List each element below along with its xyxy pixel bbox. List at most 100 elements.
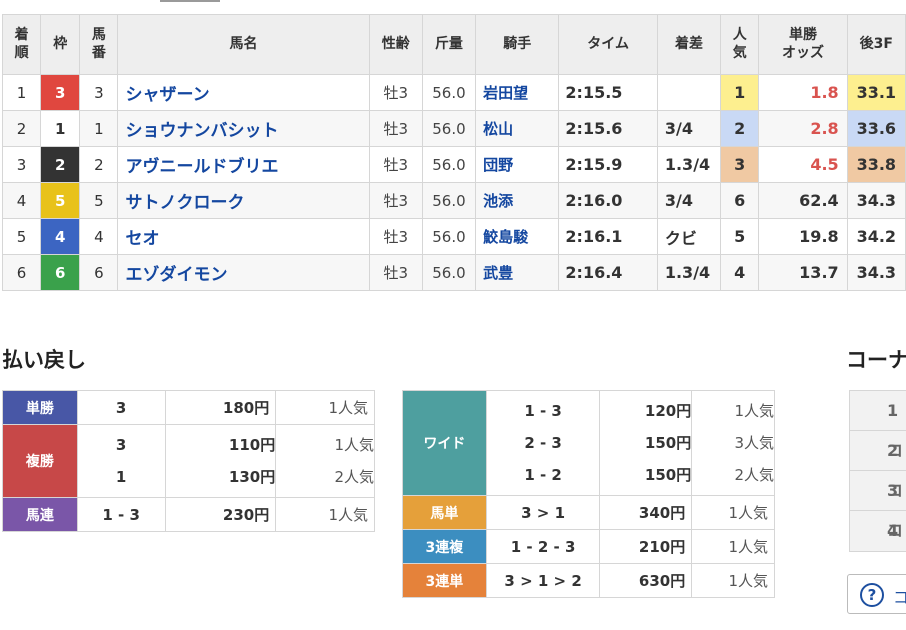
cell-umaban: 3 bbox=[79, 74, 119, 111]
cell-jockey[interactable]: 団野 bbox=[475, 146, 560, 183]
cell-horse[interactable]: アヴニールドブリエ bbox=[117, 146, 370, 183]
payout-type-label: ワイド bbox=[402, 390, 487, 496]
result-row: 4 5 5 サトノクローク 牡3 56.0 池添 2:16.0 3/4 6 62.4 34.3 bbox=[1, 182, 906, 219]
cell-jockey[interactable]: 鮫島駿 bbox=[475, 218, 560, 255]
payout-amount-cell: 210円 bbox=[599, 529, 693, 564]
payout-type-label: 馬連 bbox=[2, 497, 78, 532]
cell-horse[interactable]: セオ bbox=[117, 218, 370, 255]
payout-type-label: 3連単 bbox=[402, 563, 487, 598]
corner-row-2: 2コ bbox=[850, 431, 906, 500]
payout-row: 3連複 1 - 2 - 3 210円 1人気 bbox=[402, 529, 775, 564]
cell-waku: 2 bbox=[40, 146, 81, 183]
cell-umaban: 4 bbox=[79, 218, 119, 255]
payout-amount-cell: 180円 bbox=[164, 390, 277, 425]
payout-pop: 1人気 bbox=[328, 506, 368, 524]
cell-margin: 3/4 bbox=[656, 110, 722, 147]
cell-umaban: 5 bbox=[79, 182, 119, 219]
payout-row: 単勝 3 180円 1人気 bbox=[2, 390, 375, 425]
cell-odds: 13.7 bbox=[758, 254, 848, 291]
payout-row: ワイド 1 - 3 2 - 3 1 - 2 120円 150円 150円 1人気 3人気 2人気 bbox=[402, 390, 775, 496]
payout-combo: 3 > 1 > 2 bbox=[504, 571, 582, 590]
cell-weight: 56.0 bbox=[421, 182, 477, 219]
payout-combo-cell: 1 - 2 - 3 bbox=[485, 529, 601, 564]
payout-amount: 340円 bbox=[638, 504, 686, 522]
cell-weight: 56.0 bbox=[421, 110, 477, 147]
header-popularity: 人 気 bbox=[720, 14, 760, 75]
cell-rank: 2 bbox=[1, 110, 42, 147]
payout-combo-cell: 3 bbox=[76, 390, 166, 425]
payout-pop-cell: 1人気 3人気 2人気 bbox=[691, 390, 775, 496]
payout-combo: 3 > 1 bbox=[521, 503, 566, 522]
cell-horse[interactable]: シャザーン bbox=[117, 74, 370, 111]
header-umaban: 馬 番 bbox=[79, 14, 119, 75]
payout-combo-cell: 1 - 3 2 - 3 1 - 2 bbox=[485, 390, 601, 496]
cell-time: 2:16.1 bbox=[558, 218, 658, 255]
cell-time: 2:15.5 bbox=[558, 74, 658, 111]
cell-pop: 3 bbox=[720, 146, 760, 183]
cell-waku: 6 bbox=[40, 254, 81, 291]
cell-margin: 3/4 bbox=[656, 182, 722, 219]
active-tab-indicator bbox=[160, 0, 220, 2]
header-sex-age: 性齢 bbox=[368, 14, 423, 75]
payout-amount: 110円 bbox=[228, 436, 276, 454]
corner-section-title: コーナ bbox=[846, 348, 906, 372]
header-jockey: 騎手 bbox=[475, 14, 560, 75]
payout-pop-cell: 1人気 bbox=[691, 563, 775, 598]
payout-pop-cell: 1人気 bbox=[691, 529, 775, 564]
cell-last3f: 34.2 bbox=[846, 218, 906, 255]
cell-sexage: 牡3 bbox=[368, 110, 423, 147]
payout-amount: 630円 bbox=[638, 572, 686, 590]
cell-pop: 6 bbox=[720, 182, 760, 219]
cell-last3f: 33.1 bbox=[846, 74, 906, 111]
cell-rank: 4 bbox=[1, 182, 42, 219]
payout-combo: 3 bbox=[115, 398, 127, 417]
cell-jockey[interactable]: 武豊 bbox=[475, 254, 560, 291]
payout-combo-cell: 3 > 1 > 2 bbox=[485, 563, 601, 598]
header-weight: 斤量 bbox=[421, 14, 477, 75]
help-button[interactable]: ? コ bbox=[847, 574, 906, 614]
result-row: 3 2 2 アヴニールドブリエ 牡3 56.0 団野 2:15.9 1.3/4 3 4.5 33.8 bbox=[1, 146, 906, 183]
payout-pop: 1人気 bbox=[728, 572, 768, 590]
payout-amount: 150円 bbox=[644, 466, 692, 484]
cell-margin: 1.3/4 bbox=[656, 254, 722, 291]
cell-margin: クビ bbox=[656, 218, 722, 255]
header-win-odds: 単勝 オッズ bbox=[758, 14, 848, 75]
question-icon: ? bbox=[860, 583, 884, 607]
cell-horse[interactable]: エゾダイモン bbox=[117, 254, 370, 291]
header-rank: 着 順 bbox=[1, 14, 42, 75]
cell-odds: 1.8 bbox=[758, 74, 848, 111]
cell-pop: 1 bbox=[720, 74, 760, 111]
cell-jockey[interactable]: 松山 bbox=[475, 110, 560, 147]
corner-row-4: 4コ bbox=[887, 521, 899, 540]
cell-horse[interactable]: サトノクローク bbox=[117, 182, 370, 219]
payout-amount: 210円 bbox=[638, 538, 686, 556]
payout-amount-cell: 630円 bbox=[599, 563, 693, 598]
cell-rank: 6 bbox=[1, 254, 42, 291]
payout-combo-cell: 3 > 1 bbox=[485, 495, 601, 530]
cell-horse[interactable]: ショウナンバシット bbox=[117, 110, 370, 147]
cell-sexage: 牡3 bbox=[368, 74, 423, 111]
cell-umaban: 2 bbox=[79, 146, 119, 183]
payout-pop: 1人気 bbox=[328, 399, 368, 417]
payout-pop: 2人気 bbox=[334, 468, 374, 486]
payout-row: 複勝 3 1 110円 130円 1人気 2人気 bbox=[2, 424, 375, 498]
payout-type-label: 複勝 bbox=[2, 424, 78, 498]
cell-jockey[interactable]: 池添 bbox=[475, 182, 560, 219]
payout-amount: 230円 bbox=[222, 506, 270, 524]
race-results-table: 着 順 枠 馬 番 馬名 性齢 斤量 騎手 タイム 着差 人 気 単勝 オッズ … bbox=[1, 14, 906, 291]
header-margin: 着差 bbox=[656, 14, 722, 75]
cell-pop: 5 bbox=[720, 218, 760, 255]
cell-jockey[interactable]: 岩田望 bbox=[475, 74, 560, 111]
payout-combo: 1 - 3 bbox=[102, 505, 140, 524]
result-row: 5 4 4 セオ 牡3 56.0 鮫島駿 2:16.1 クビ 5 19.8 34.2 bbox=[1, 218, 906, 255]
cell-sexage: 牡3 bbox=[368, 254, 423, 291]
payout-row: 馬連 1 - 3 230円 1人気 bbox=[2, 497, 375, 532]
result-row: 2 1 1 ショウナンバシット 牡3 56.0 松山 2:15.6 3/4 2 2.8 33.6 bbox=[1, 110, 906, 147]
payout-type-label: 3連複 bbox=[402, 529, 487, 564]
header-waku: 枠 bbox=[40, 14, 81, 75]
cell-weight: 56.0 bbox=[421, 254, 477, 291]
cell-odds: 2.8 bbox=[758, 110, 848, 147]
cell-time: 2:16.0 bbox=[558, 182, 658, 219]
payout-pop: 1人気 bbox=[728, 504, 768, 522]
cell-waku: 3 bbox=[40, 74, 81, 111]
